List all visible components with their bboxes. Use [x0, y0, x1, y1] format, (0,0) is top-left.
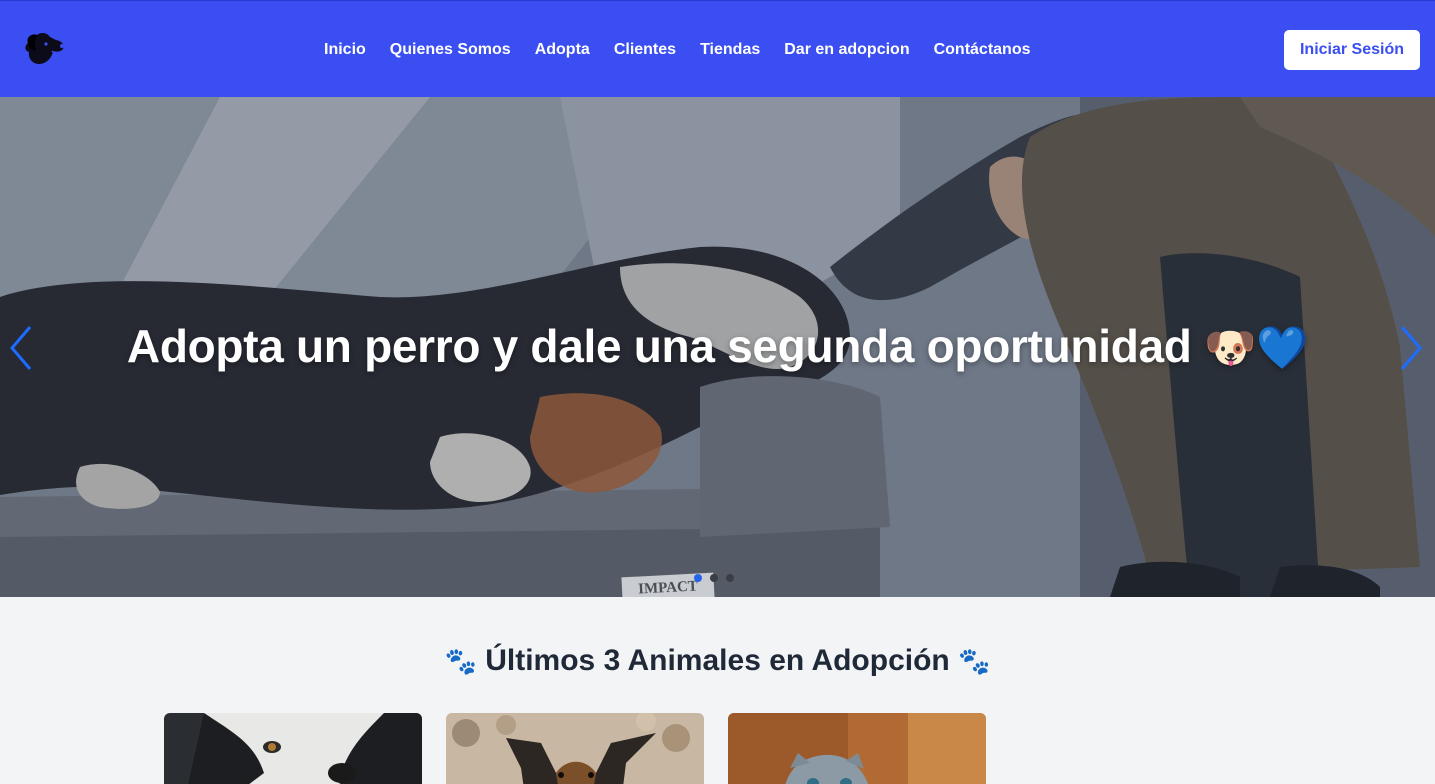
gray-cat-photo	[728, 713, 986, 784]
latest-animals-title: 🐾 Últimos 3 Animales en Adopción 🐾	[0, 644, 1435, 678]
hero-carousel: IMPACT Adopta un perro y dale una segund…	[0, 97, 1435, 597]
paw-icon: 🐾	[444, 646, 477, 676]
main-nav: Inicio Quienes Somos Adopta Clientes Tie…	[324, 39, 1031, 61]
carousel-indicators	[694, 574, 734, 582]
chevron-left-icon[interactable]	[4, 323, 38, 373]
carousel-dot-1[interactable]	[694, 574, 702, 582]
section-title-text: Últimos 3 Animales en Adopción	[485, 644, 950, 677]
nav-quienes-somos[interactable]: Quienes Somos	[390, 41, 511, 59]
hero-title-emoji: 🐶💙	[1204, 324, 1309, 371]
animal-card-1[interactable]	[164, 713, 422, 784]
carousel-dot-3[interactable]	[726, 574, 734, 582]
top-navbar: Inicio Quienes Somos Adopta Clientes Tie…	[0, 0, 1435, 97]
carousel-dot-2[interactable]	[710, 574, 718, 582]
paw-icon: 🐾	[958, 646, 991, 676]
nav-adopta[interactable]: Adopta	[535, 41, 590, 59]
nav-tiendas[interactable]: Tiendas	[700, 41, 760, 59]
animal-card-3[interactable]	[728, 713, 986, 784]
nav-inicio[interactable]: Inicio	[324, 41, 366, 59]
husky-dog-photo	[164, 713, 422, 784]
nav-contactanos[interactable]: Contáctanos	[934, 41, 1031, 59]
animal-card-2[interactable]	[446, 713, 704, 784]
chevron-right-icon[interactable]	[1394, 323, 1428, 373]
login-button[interactable]: Iniciar Sesión	[1284, 30, 1420, 70]
nav-clientes[interactable]: Clientes	[614, 41, 676, 59]
hero-title-text: Adopta un perro y dale una segunda oport…	[126, 320, 1192, 372]
hero-title: Adopta un perro y dale una segunda oport…	[0, 319, 1435, 373]
shepherd-puppy-photo	[446, 713, 704, 784]
dog-head-icon[interactable]	[22, 31, 66, 67]
nav-dar-en-adopcion[interactable]: Dar en adopcion	[784, 41, 909, 59]
